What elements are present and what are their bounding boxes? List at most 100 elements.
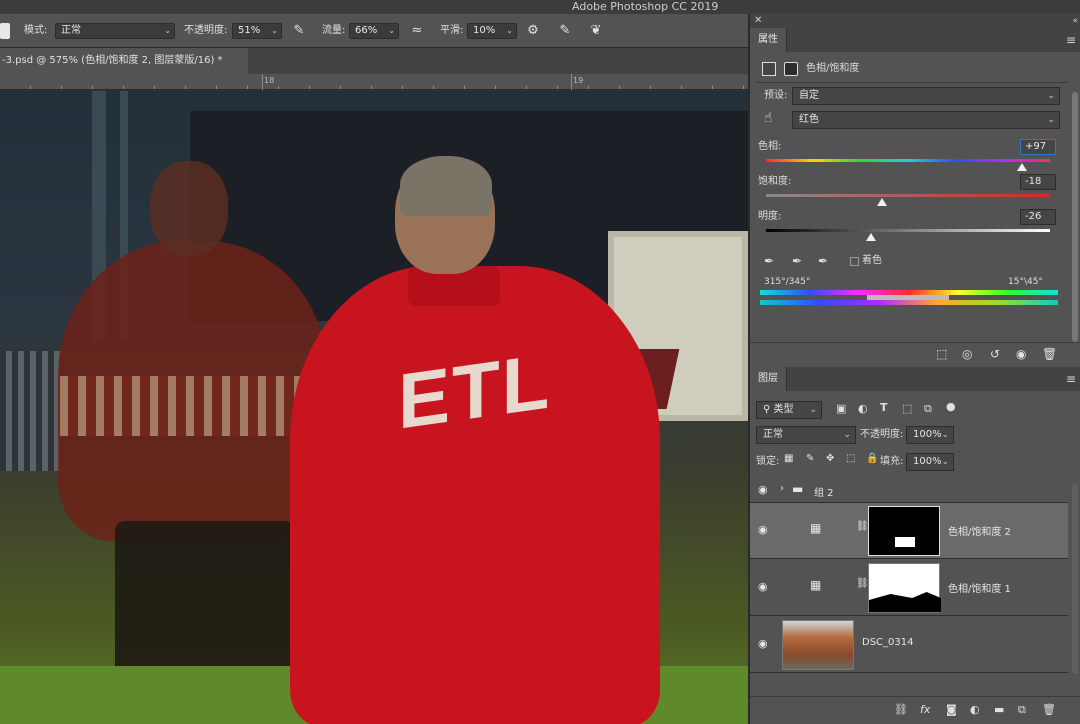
saturation-label: 饱和度: <box>758 176 792 187</box>
layer-row-hue-sat-1[interactable]: ◉ ▦ ⛓ 色相/饱和度 1 <box>750 560 1068 616</box>
eye-icon[interactable]: ◉ <box>758 483 768 496</box>
layer-filter-select[interactable]: ⚲ 类型 ⌄ <box>756 401 822 419</box>
document-tabs: -3.psd @ 575% (色相/饱和度 2, 图层蒙版/16) * <box>0 48 748 74</box>
document-tab[interactable]: -3.psd @ 575% (色相/饱和度 2, 图层蒙版/16) * <box>0 48 248 74</box>
mode-label: 模式: <box>24 25 48 36</box>
filter-adjustment-icon[interactable]: ◐ <box>858 402 868 415</box>
eye-icon[interactable]: ◉ <box>758 580 768 593</box>
clip-to-layer-icon[interactable]: ⬚ <box>936 347 947 361</box>
filter-shape-icon[interactable]: ⬚ <box>902 402 912 415</box>
trash-icon[interactable]: 🗑 <box>1042 703 1056 716</box>
lock-all-icon[interactable]: 🔒 <box>866 453 878 464</box>
collapse-icon[interactable]: « <box>1072 14 1078 28</box>
layer-thumbnail[interactable] <box>782 620 854 670</box>
ruler-mark-18: 18 <box>264 76 275 85</box>
adjustment-layer-icon: ▦ <box>810 578 822 592</box>
layer-mask-thumbnail[interactable] <box>868 506 940 556</box>
saturation-input[interactable]: -18 <box>1020 174 1056 190</box>
tool-preset-icon[interactable] <box>0 23 10 39</box>
eye-icon[interactable]: ◉ <box>758 637 768 650</box>
range-selector[interactable] <box>867 295 949 300</box>
chain-link-icon[interactable]: ⛓ <box>856 578 869 589</box>
lightness-slider-track[interactable] <box>766 229 1050 232</box>
fill-input[interactable]: 100% ⌄ <box>906 453 954 471</box>
layer-name: DSC_0314 <box>862 637 914 648</box>
gear-icon[interactable]: ⚙ <box>525 23 541 39</box>
properties-scrollbar[interactable] <box>1072 92 1078 342</box>
chain-link-icon[interactable]: ⛓ <box>856 521 869 532</box>
mode-select[interactable]: 正常 ⌄ <box>55 23 175 39</box>
blend-mode-select[interactable]: 正常 ⌄ <box>756 426 856 444</box>
title-bar: Adobe Photoshop CC 2019 <box>0 0 1080 14</box>
lock-position-icon[interactable]: ✥ <box>826 453 834 464</box>
mask-icon[interactable] <box>784 62 798 76</box>
opacity-input[interactable]: 51% ⌄ <box>232 23 282 39</box>
view-previous-icon[interactable]: ◎ <box>962 347 972 361</box>
close-icon[interactable]: ✕ <box>754 14 762 28</box>
layers-footer: ⛓ fx ◙ ◐ ▬ ⧉ 🗑 <box>750 696 1080 724</box>
panel-menu-icon[interactable]: ≡ <box>1066 28 1076 52</box>
smoothing-input[interactable]: 10% ⌄ <box>467 23 517 39</box>
visibility-icon[interactable]: ◉ <box>1016 347 1026 361</box>
panel-menu-icon[interactable]: ≡ <box>1066 367 1076 391</box>
tab-layers[interactable]: 图层 <box>750 367 787 391</box>
saturation-slider-track[interactable] <box>766 194 1050 197</box>
hue-slider-track[interactable] <box>766 159 1050 162</box>
preset-label: 预设: <box>764 90 788 101</box>
ruler-tick <box>571 74 572 90</box>
filter-smart-object-icon[interactable]: ⧉ <box>924 402 932 416</box>
lightness-label: 明度: <box>758 211 782 222</box>
lock-label: 锁定: <box>756 456 780 467</box>
layer-row-hue-sat-2[interactable]: ◉ ▦ ⛓ 色相/饱和度 2 <box>750 503 1068 559</box>
filter-pixel-icon[interactable]: ▣ <box>836 402 846 415</box>
saturation-slider-thumb[interactable] <box>877 198 888 206</box>
filter-toggle-icon[interactable]: ● <box>946 400 956 413</box>
eyedropper-icon[interactable]: ✒ <box>764 254 774 268</box>
lightness-input[interactable]: -26 <box>1020 209 1056 225</box>
airbrush-icon[interactable]: ≈ <box>409 23 425 39</box>
trash-icon[interactable]: 🗑 <box>1042 347 1057 361</box>
divider <box>756 82 1068 83</box>
layers-scrollbar[interactable] <box>1072 484 1078 674</box>
layer-opacity-label: 不透明度: <box>860 429 904 440</box>
new-group-icon[interactable]: ▬ <box>994 703 1004 716</box>
tab-properties[interactable]: 属性 <box>750 28 787 52</box>
pressure-opacity-icon[interactable]: ✎ <box>291 23 307 39</box>
lock-artboard-icon[interactable]: ⬚ <box>846 453 855 464</box>
ruler-tick <box>262 74 263 90</box>
link-layers-icon[interactable]: ⛓ <box>894 703 908 716</box>
pressure-size-icon[interactable]: ✎ <box>557 23 573 39</box>
layer-row-group[interactable]: ◉ › ▬ 组 2 <box>750 477 1068 503</box>
fx-icon[interactable]: fx <box>920 703 930 716</box>
new-layer-icon[interactable]: ⧉ <box>1018 703 1026 717</box>
lock-pixels-icon[interactable]: ✎ <box>806 453 814 464</box>
eyedropper-add-icon[interactable]: ✒ <box>792 254 802 268</box>
channel-select[interactable]: 红色 ⌄ <box>792 111 1060 129</box>
symmetry-icon[interactable]: ❦ <box>588 23 604 39</box>
document-canvas[interactable]: ETL <box>0 91 748 724</box>
lightness-slider-thumb[interactable] <box>866 233 877 241</box>
eyedropper-subtract-icon[interactable]: ✒ <box>818 254 828 268</box>
chevron-down-icon: ⌄ <box>388 26 395 35</box>
reset-icon[interactable]: ↺ <box>990 347 1000 361</box>
adjustment-layer-icon[interactable] <box>762 62 776 76</box>
filter-type-icon[interactable]: T <box>880 401 888 414</box>
properties-header: 属性 ≡ <box>750 28 1080 52</box>
layer-opacity-input[interactable]: 100% ⌄ <box>906 426 954 444</box>
hue-slider-thumb[interactable] <box>1016 163 1027 171</box>
new-adjustment-icon[interactable]: ◐ <box>970 703 980 716</box>
add-mask-icon[interactable]: ◙ <box>946 703 957 716</box>
background-fence <box>0 351 60 471</box>
hue-input[interactable]: +97 <box>1020 139 1056 155</box>
preset-select[interactable]: 自定 ⌄ <box>792 87 1060 105</box>
colorize-checkbox[interactable] <box>850 257 859 266</box>
search-icon: ⚲ <box>763 404 771 415</box>
expand-icon[interactable]: › <box>780 483 784 494</box>
flow-input[interactable]: 66% ⌄ <box>349 23 399 39</box>
eye-icon[interactable]: ◉ <box>758 523 768 536</box>
hand-adjust-icon[interactable]: ☝ <box>764 110 773 126</box>
background-person-pattern <box>60 376 315 436</box>
layer-mask-thumbnail[interactable] <box>868 563 941 613</box>
lock-transparent-icon[interactable]: ▦ <box>784 453 793 464</box>
layer-row-photo[interactable]: ◉ DSC_0314 <box>750 617 1068 673</box>
